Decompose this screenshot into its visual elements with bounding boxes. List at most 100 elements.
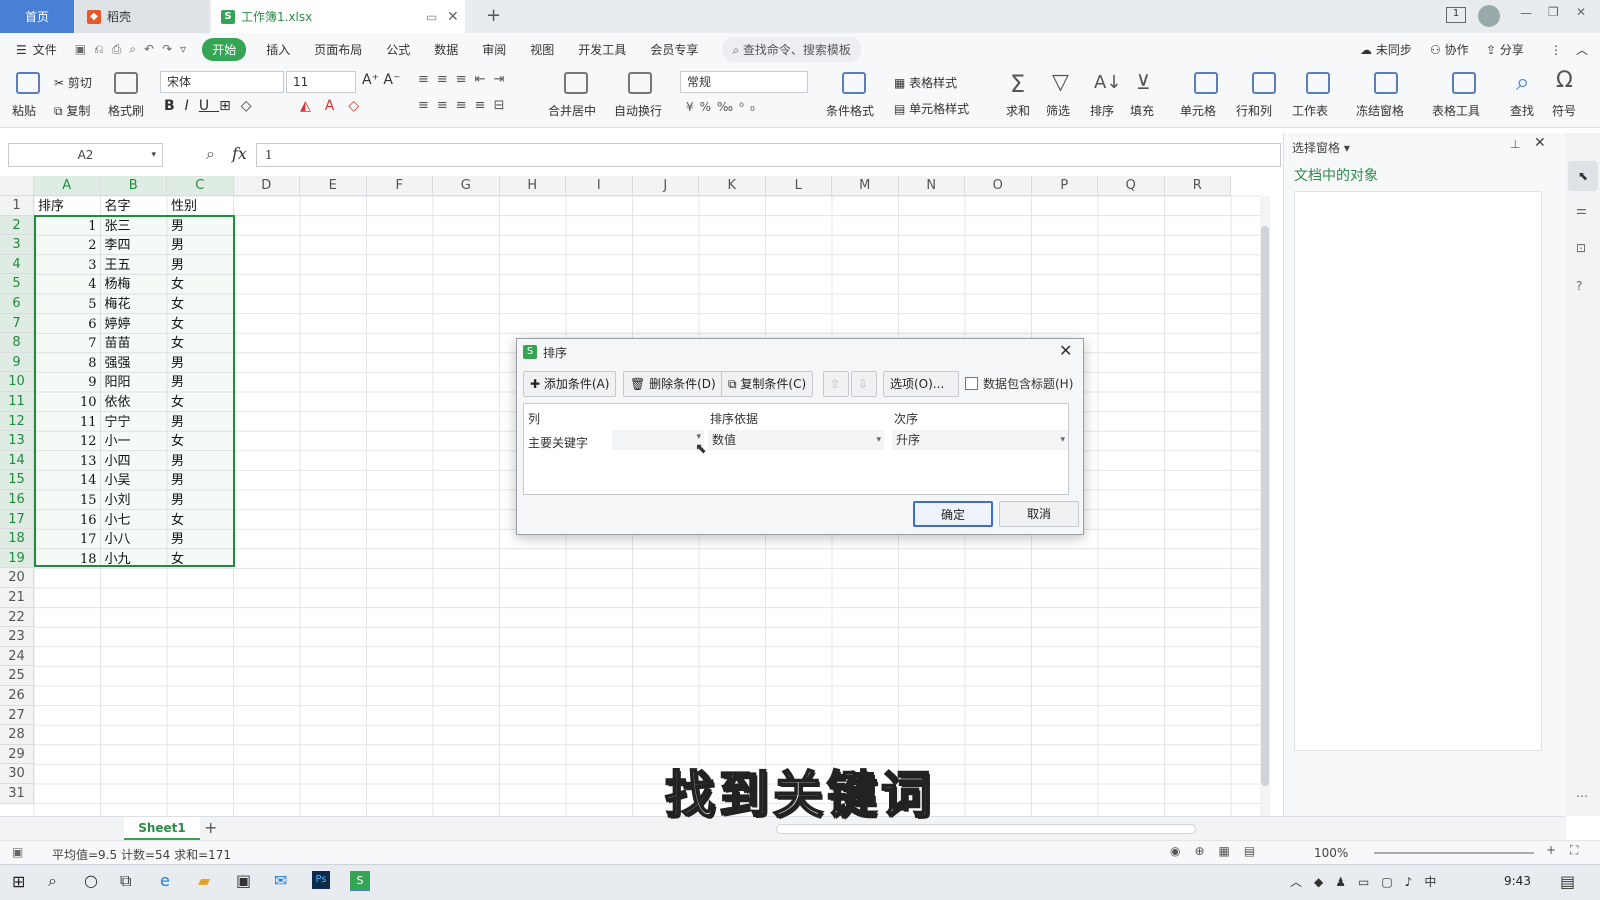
row-col-button[interactable]: 行和列	[1236, 102, 1272, 119]
row-header[interactable]: 22	[0, 607, 34, 628]
row-header[interactable]: 19	[0, 548, 34, 569]
menu-developer[interactable]: 开发工具	[566, 41, 638, 58]
tray-icons[interactable]: ︿◆♟▭▢♪中	[1290, 873, 1448, 890]
avatar[interactable]	[1478, 5, 1500, 27]
conditional-format-icon[interactable]	[842, 72, 866, 94]
sum-icon[interactable]: Σ	[1010, 70, 1025, 98]
row-header[interactable]: 26	[0, 686, 34, 706]
column-header[interactable]: C	[167, 176, 234, 196]
row-header[interactable]: 10	[0, 372, 34, 392]
objects-list[interactable]	[1294, 191, 1542, 751]
has-header-checkbox[interactable]	[965, 377, 978, 390]
pin-icon[interactable]: ⊥	[1510, 137, 1520, 151]
row-header[interactable]: 27	[0, 705, 34, 726]
hamburger-icon[interactable]: ☰	[0, 43, 27, 57]
column-header[interactable]: N	[898, 176, 965, 196]
filter-button[interactable]: 筛选	[1046, 102, 1070, 119]
menu-member[interactable]: 会员专享	[638, 41, 710, 58]
column-header[interactable]: J	[632, 176, 699, 196]
sort-order-select[interactable]: 升序 ▾	[892, 430, 1068, 450]
ok-button[interactable]: 确定	[913, 501, 993, 527]
conditional-format-button[interactable]: 条件格式	[826, 102, 874, 119]
column-header[interactable]: I	[566, 176, 633, 196]
table-tools-button[interactable]: 表格工具	[1432, 102, 1480, 119]
restore-icon[interactable]: ❐	[1548, 5, 1559, 19]
row-header[interactable]: 20	[0, 568, 34, 588]
tab-workbook[interactable]: S 工作簿1.xlsx ▭ ✕	[211, 0, 465, 33]
column-header[interactable]: P	[1031, 176, 1098, 196]
menu-view[interactable]: 视图	[518, 41, 566, 58]
column-header[interactable]: Q	[1098, 176, 1165, 196]
sum-button[interactable]: 求和	[1006, 102, 1030, 119]
font-style-icons[interactable]: BIU⊞◇	[164, 98, 262, 114]
fill-color-icons[interactable]: ◭A◇	[300, 98, 373, 114]
table-style-button[interactable]: ▦ 表格样式	[894, 74, 957, 91]
dialog-close-icon[interactable]: ✕	[1059, 341, 1072, 360]
wps-icon[interactable]: S	[350, 871, 370, 891]
sort-button[interactable]: 排序	[1090, 102, 1114, 119]
cut-button[interactable]: ✂ 剪切	[54, 74, 92, 91]
row-header[interactable]: 9	[0, 352, 34, 373]
fill-button[interactable]: 填充	[1130, 102, 1154, 119]
row-header[interactable]: 25	[0, 666, 34, 686]
close-pane-icon[interactable]: ✕	[1534, 135, 1546, 151]
add-condition-button[interactable]: ✚ 添加条件(A)	[523, 371, 617, 397]
cortana-icon[interactable]: ○	[84, 871, 98, 890]
primary-key-select[interactable]: ▾	[612, 430, 704, 450]
row-header[interactable]: 7	[0, 313, 34, 334]
cell[interactable]: 排序	[38, 197, 64, 217]
find-icon[interactable]: ⌕	[1516, 68, 1529, 96]
font-name-select[interactable]: 宋体	[160, 71, 284, 93]
select-all-corner[interactable]	[0, 176, 34, 196]
merge-center-button[interactable]: 合并居中	[548, 102, 596, 119]
worksheet-button[interactable]: 工作表	[1292, 102, 1328, 119]
menu-data[interactable]: 数据	[422, 41, 470, 58]
column-header[interactable]: B	[100, 176, 167, 196]
sync-status[interactable]: ☁ 未同步	[1360, 41, 1412, 58]
number-format-icons[interactable]: ¥%‰⁰₀	[686, 100, 761, 114]
column-header[interactable]: O	[965, 176, 1032, 196]
row-header[interactable]: 8	[0, 333, 34, 353]
close-tab-icon[interactable]: ✕	[447, 9, 459, 25]
name-box[interactable]: A2 ▾	[8, 143, 163, 167]
freeze-button[interactable]: 冻结窗格	[1356, 102, 1404, 119]
move-up-button[interactable]: ⇧	[823, 371, 849, 397]
column-header[interactable]: L	[765, 176, 832, 196]
view-mode-icons[interactable]: ◉⊕▦▤	[1170, 844, 1269, 858]
row-header[interactable]: 28	[0, 725, 34, 745]
row-header[interactable]: 1	[0, 196, 34, 216]
column-header[interactable]: A	[34, 176, 101, 196]
mail-icon[interactable]: ✉	[274, 871, 287, 890]
row-header[interactable]: 23	[0, 627, 34, 647]
find-button[interactable]: 查找	[1510, 102, 1534, 119]
column-header[interactable]: D	[233, 176, 300, 196]
row-header[interactable]: 24	[0, 646, 34, 667]
edge-icon[interactable]: e	[160, 871, 170, 890]
share-button[interactable]: ⇪ 分享	[1486, 41, 1524, 58]
delete-condition-button[interactable]: 🗑 删除条件(D)	[623, 371, 723, 397]
paste-button[interactable]: 粘贴	[12, 102, 36, 119]
windows-start-icon[interactable]: ⊞	[12, 872, 25, 891]
table-tools-icon[interactable]	[1452, 72, 1476, 94]
menu-review[interactable]: 审阅	[470, 41, 518, 58]
font-size-select[interactable]: 11	[286, 71, 356, 93]
auto-wrap-button[interactable]: 自动换行	[614, 102, 662, 119]
row-header[interactable]: 15	[0, 470, 34, 490]
column-header[interactable]: H	[499, 176, 566, 196]
row-header[interactable]: 14	[0, 450, 34, 471]
paste-icon[interactable]	[16, 72, 40, 94]
auto-wrap-icon[interactable]	[628, 72, 652, 94]
copy-button[interactable]: ⧉ 复制	[54, 102, 90, 119]
menu-start[interactable]: 开始	[202, 38, 247, 61]
worksheet-icon[interactable]	[1306, 72, 1330, 94]
row-header[interactable]: 12	[0, 411, 34, 432]
new-tab-icon[interactable]: +	[486, 5, 501, 26]
cell-button[interactable]: 单元格	[1180, 102, 1216, 119]
symbol-button[interactable]: 符号	[1552, 102, 1576, 119]
command-search[interactable]: ⌕ 查找命令、搜索模板	[722, 37, 861, 62]
status-icon[interactable]: ▣	[12, 845, 23, 859]
row-header[interactable]: 11	[0, 392, 34, 412]
task-view-icon[interactable]: ⧉	[120, 871, 131, 891]
copy-condition-button[interactable]: ⧉ 复制条件(C)	[721, 371, 814, 397]
column-header[interactable]: G	[433, 176, 500, 196]
